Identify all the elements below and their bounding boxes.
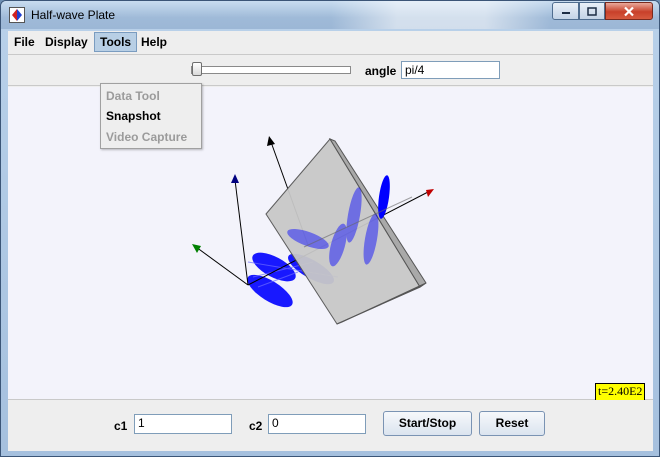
toolbar: angle pi/4 [8, 54, 653, 86]
angle-slider-thumb[interactable] [192, 62, 202, 76]
time-readout: t=2.40E2 [595, 383, 646, 401]
angle-label: angle [365, 64, 397, 78]
c2-input[interactable]: 0 [268, 414, 366, 434]
control-bar: c1 1 c2 0 Start/Stop Reset [8, 400, 653, 451]
axis-y [195, 246, 249, 286]
axis-z [234, 179, 249, 286]
client-area: File Display Tools Help angle pi/4 t=2.4… [8, 31, 653, 451]
close-icon [624, 6, 634, 16]
menu-item-data-tool[interactable]: Data Tool [106, 86, 160, 106]
c1-label: c1 [114, 419, 128, 433]
watermark-band [331, 1, 551, 29]
menu-item-video-capture[interactable]: Video Capture [106, 127, 187, 147]
maximize-button[interactable] [579, 2, 605, 20]
reset-button[interactable]: Reset [479, 411, 545, 436]
app-window: Half-wave Plate File Display Tools Help … [0, 0, 660, 457]
window-title: Half-wave Plate [31, 8, 116, 22]
close-button[interactable] [605, 2, 653, 20]
title-bar[interactable]: Half-wave Plate [1, 1, 659, 29]
c1-input[interactable]: 1 [134, 414, 232, 434]
minimize-button[interactable] [552, 2, 579, 20]
angle-input[interactable]: pi/4 [401, 61, 500, 79]
menu-display[interactable]: Display [40, 32, 93, 52]
minimize-icon [561, 12, 570, 14]
menu-file[interactable]: File [9, 32, 40, 52]
maximize-icon [587, 6, 597, 16]
menu-item-snapshot[interactable]: Snapshot [106, 106, 161, 126]
app-icon [9, 7, 25, 23]
menu-tools[interactable]: Tools [94, 32, 138, 52]
menu-help[interactable]: Help [136, 32, 172, 52]
axis-z-arrow [231, 174, 239, 183]
angle-slider-track[interactable] [191, 66, 351, 74]
axis-upper-arrow [267, 136, 275, 146]
start-stop-button[interactable]: Start/Stop [383, 411, 472, 436]
axis-x-arrow [426, 189, 434, 197]
menu-bar: File Display Tools Help [8, 31, 653, 53]
c2-label: c2 [249, 419, 263, 433]
tools-dropdown-menu: Data Tool Snapshot Video Capture [100, 83, 202, 149]
axis-y-arrow [192, 244, 201, 253]
